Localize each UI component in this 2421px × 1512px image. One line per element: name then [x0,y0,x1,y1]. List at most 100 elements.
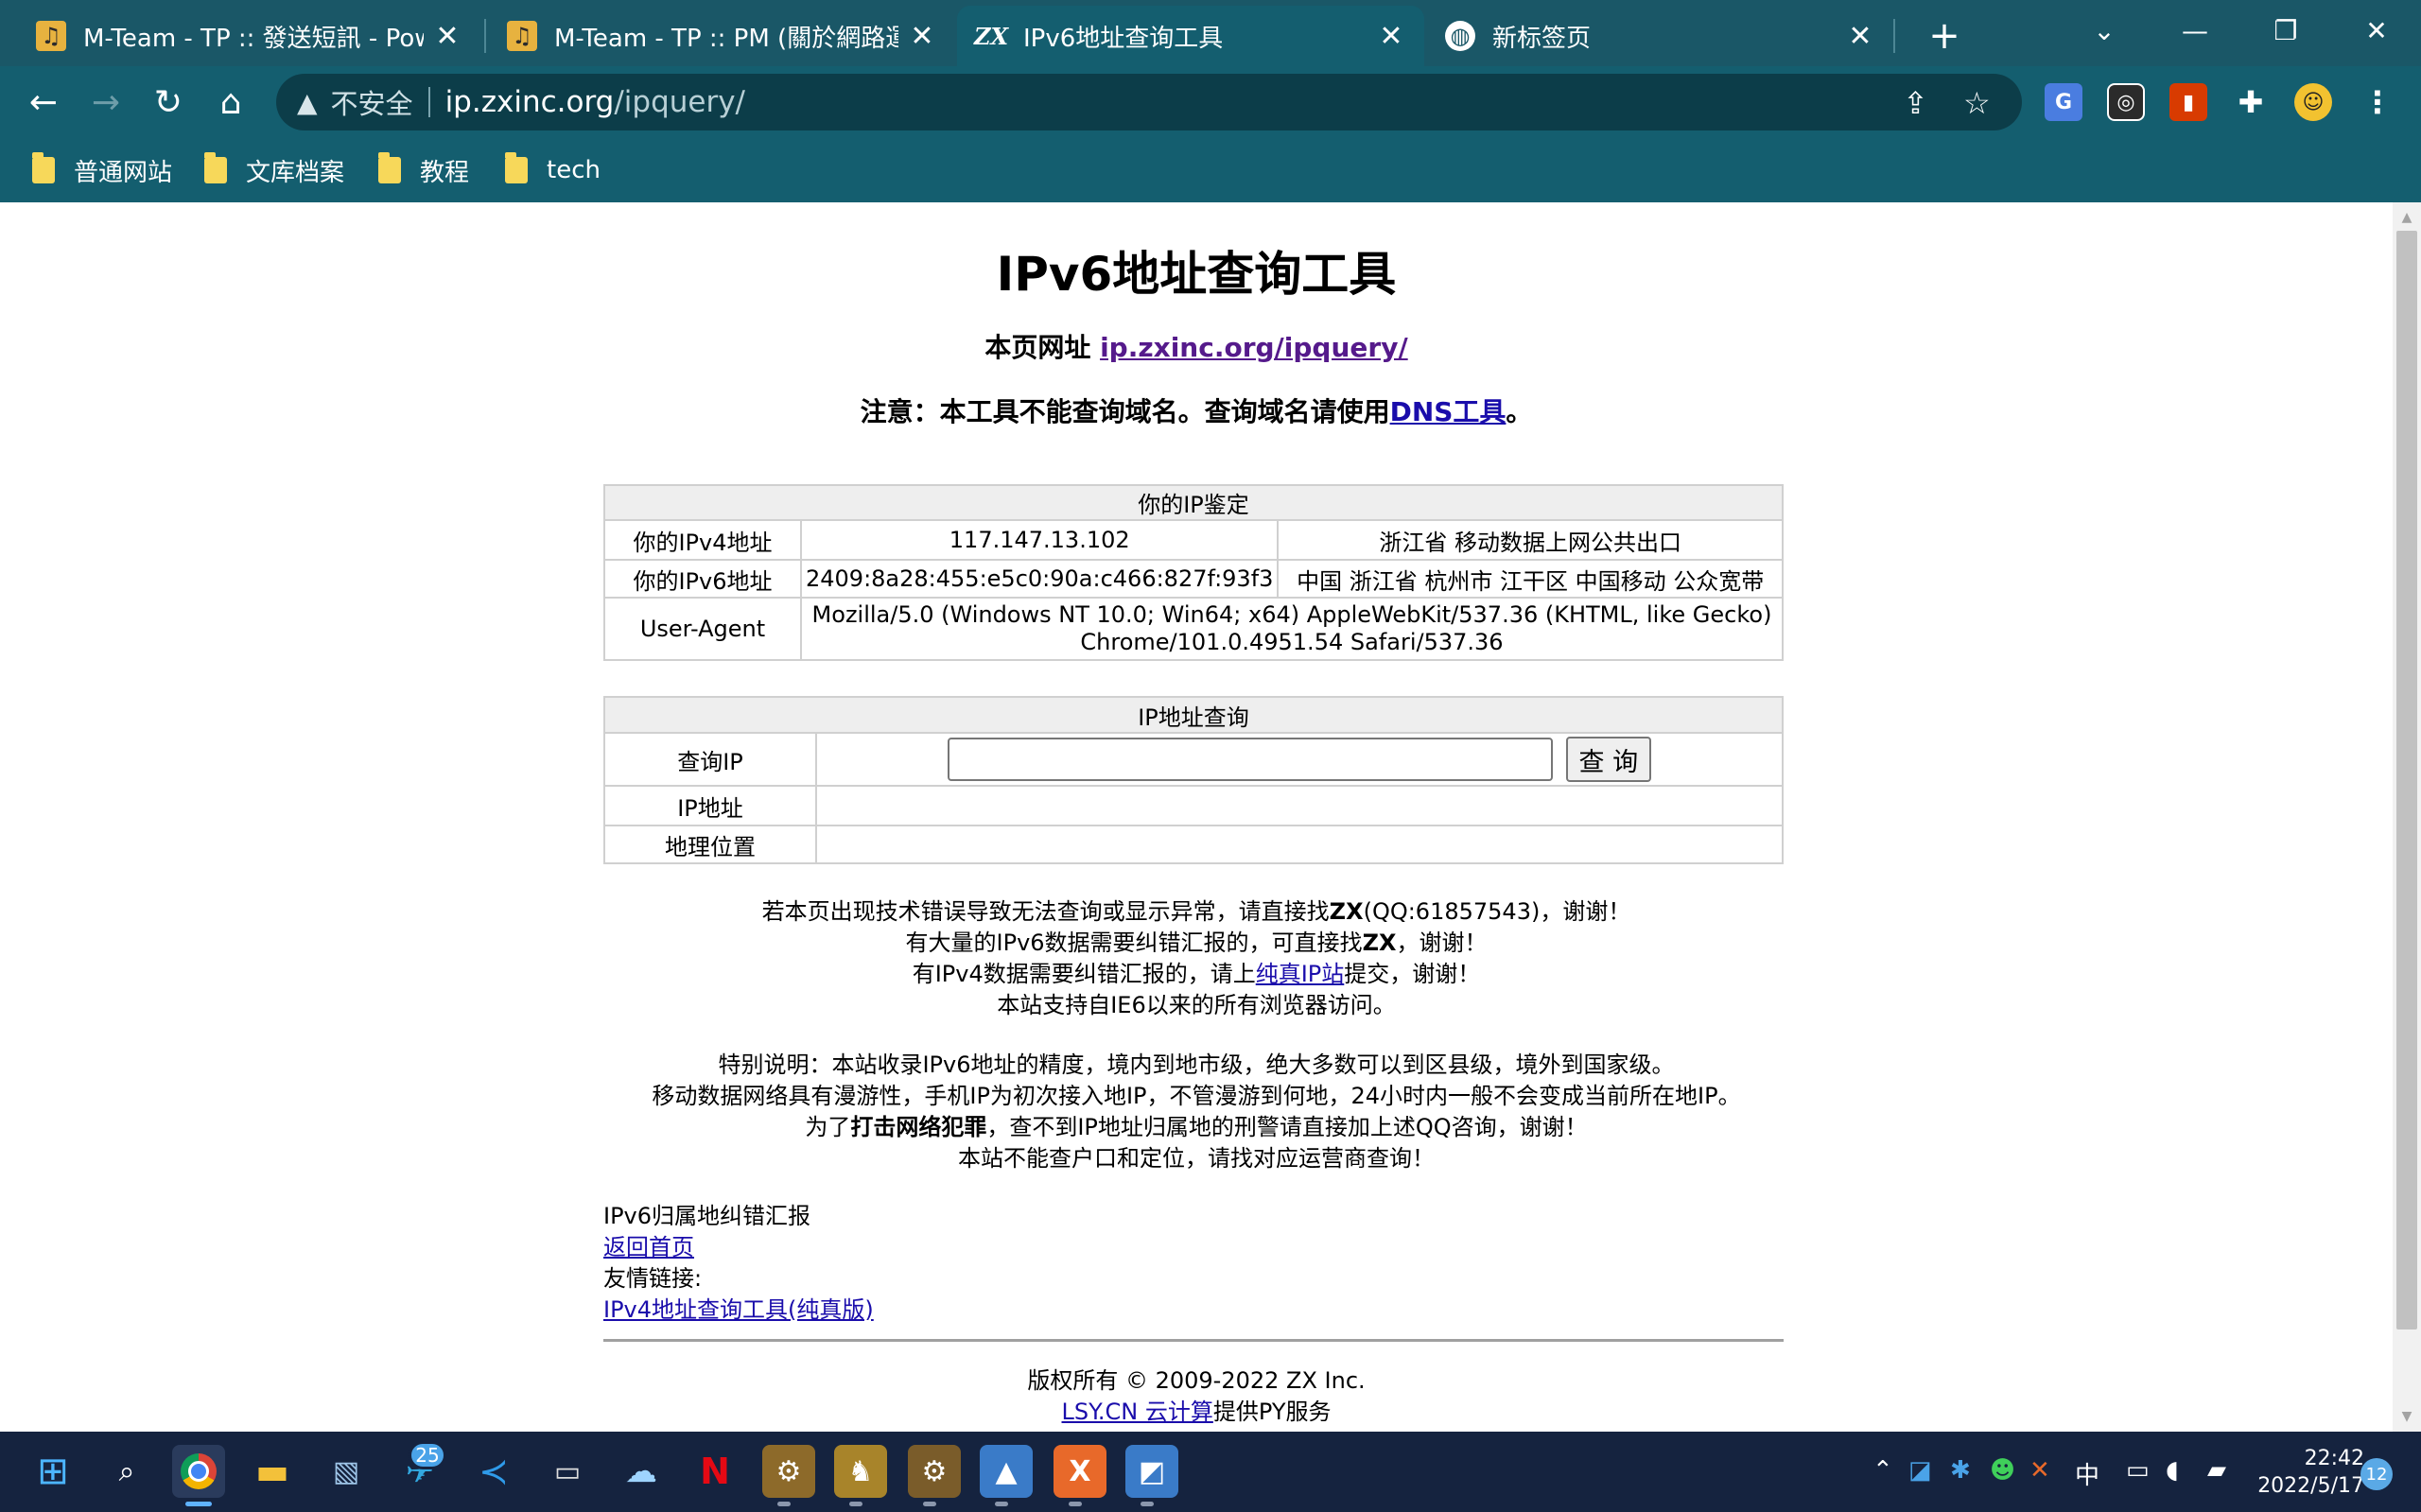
ip-identity-table: 你的IP鉴定 你的IPv4地址 117.147.13.102 浙江省 移动数据上… [603,484,1784,661]
home-button[interactable]: ⌂ [208,79,253,125]
bookmark-folder-general[interactable]: 普通网站 [32,149,172,191]
page-url-link[interactable]: ip.zxinc.org/ipquery/ [1100,332,1408,363]
terminal-icon[interactable]: ▭ [541,1445,594,1498]
minimize-button[interactable]: — [2152,0,2238,61]
glasses-extension-icon[interactable]: ◎ [2107,83,2145,121]
hosting-link[interactable]: LSY.CN 云计算 [1062,1399,1213,1425]
remote-app-icon[interactable]: ◩ [1125,1445,1178,1498]
url-host[interactable]: ip.zxinc.org [445,85,615,119]
scrollbar-thumb[interactable] [2396,231,2417,1330]
tab-search-button[interactable]: ⌄ [2062,0,2147,61]
app-icon-1[interactable]: ⚙ [762,1445,815,1498]
close-window-button[interactable]: ✕ [2334,0,2419,61]
xmind-icon[interactable]: X [1054,1445,1106,1498]
photos-icon[interactable]: ▲ [980,1445,1033,1498]
tab-new-tab[interactable]: ◍ 新标签页 ✕ [1426,6,1893,66]
bookmarks-bar: 普通网站 文库档案 教程 tech [0,138,2421,202]
note-bold: 打击网络犯罪 [850,1114,987,1140]
forward-button[interactable]: → [83,79,129,125]
tab-title: IPv6地址查询工具 [1023,24,1224,53]
close-tab-icon[interactable]: ✕ [1377,20,1405,53]
note-line: 本站不能查户口和定位，请找对应运营商查询！ [958,1145,1435,1172]
footer-divider [603,1339,1784,1342]
menu-kebab-icon[interactable]: ⋮ [2359,83,2396,121]
ipv6-value: 2409:8a28:455:e5c0:90a:c466:827f:93f3 [799,559,1280,599]
report-text: IPv6归属地纠错汇报 [603,1203,811,1229]
special-notes: 特别说明：本站收录IPv6地址的精度，境内到地市级，绝大多数可以到区县级，境外到… [0,1050,2393,1174]
running-indicator [849,1502,862,1506]
tab-title: M-Team - TP :: 發送短訊 - Power [83,24,424,53]
copyright-text: 版权所有 © 2009-2022 ZX Inc. [1027,1367,1366,1394]
home-link[interactable]: 返回首页 [603,1234,694,1260]
volume-icon[interactable]: ◖ [2166,1456,2179,1485]
address-bar[interactable]: ▲ 不安全 ip.zxinc.org/ipquery/ ⇪ ☆ [276,74,2022,130]
dns-tool-link[interactable]: DNS工具 [1390,396,1507,427]
reload-icon: ↻ [153,82,183,122]
bookmark-folder-archive[interactable]: 文库档案 [204,149,344,191]
task-manager-icon[interactable]: ▧ [320,1445,373,1498]
close-tab-icon[interactable]: ✕ [1846,20,1874,53]
note-text: 若本页出现技术错误导致无法查询或显示异常，请直接找 [761,898,1330,925]
clock-time: 22:42 [2304,1447,2364,1470]
tab-mteam-pm[interactable]: ♫ M-Team - TP :: PM (關於網路運 ✕ [488,6,955,66]
bookmark-folder-tutorials[interactable]: 教程 [378,149,469,191]
app-icon-3[interactable]: ⚙ [908,1445,961,1498]
page-url-label: 本页网址 [984,332,1101,363]
vscode-icon[interactable]: ≺ [467,1445,520,1498]
reload-button[interactable]: ↻ [146,79,191,125]
network-icon[interactable]: ▭ [2126,1456,2150,1485]
page-scrollbar[interactable]: ▲ ▼ [2393,202,2421,1432]
windows-start-icon[interactable]: ⊞ [26,1445,79,1498]
cloud-app-icon[interactable]: ☁ [615,1445,668,1498]
restore-button[interactable]: ❐ [2243,0,2328,61]
app-icon-2[interactable]: ♞ [834,1445,887,1498]
note-text: 有大量的IPv6数据需要纠错汇报的，可直接找 [905,930,1363,956]
profile-avatar[interactable]: ☺ [2294,83,2332,121]
hosting-suffix: 提供PY服务 [1212,1399,1332,1425]
close-tab-icon[interactable]: ✕ [908,20,936,53]
security-label[interactable]: 不安全 [331,82,413,122]
tab-separator [1893,19,1895,53]
clock[interactable]: 22:42 2022/5/17 [2251,1445,2364,1500]
tab-separator [484,19,486,53]
back-button[interactable]: ← [21,79,66,125]
note-text: 有IPv4数据需要纠错汇报的，请上 [912,961,1256,987]
url-path[interactable]: /ipquery/ [614,85,745,119]
new-tab-button[interactable]: + [1920,11,1969,61]
scroll-down-icon[interactable]: ▼ [2393,1405,2421,1428]
close-tab-icon[interactable]: ✕ [433,20,462,53]
folder-icon [32,152,55,183]
bookmark-label: 普通网站 [74,158,173,187]
netflix-icon[interactable]: N [688,1445,741,1498]
chrome-icon[interactable] [172,1445,225,1498]
battery-icon[interactable]: ▰ [2207,1456,2226,1485]
tray-bluetooth-icon[interactable]: ✱ [1950,1456,1971,1485]
bookmark-star-icon[interactable]: ☆ [1963,85,1991,121]
share-icon[interactable]: ⇪ [1903,85,1928,121]
translate-extension-icon[interactable]: G [2045,83,2082,121]
search-icon[interactable]: ⌕ [100,1445,153,1498]
tab-mteam-message[interactable]: ♫ M-Team - TP :: 發送短訊 - Power ✕ [17,6,480,66]
warning-icon[interactable]: ▲ [297,87,318,118]
tray-wechat-icon[interactable]: ☻ [1990,1456,2015,1485]
scroll-up-icon[interactable]: ▲ [2393,206,2421,229]
hosting-line: LSY.CN 云计算提供PY服务 [0,1397,2393,1428]
cz88-link[interactable]: 纯真IP站 [1256,961,1345,987]
bookmark-folder-tech[interactable]: tech [505,149,601,191]
file-explorer-icon[interactable]: ▬ [246,1445,299,1498]
tray-overflow-icon[interactable]: ⌃ [1872,1456,1893,1485]
chevron-down-icon: ⌄ [2093,14,2116,46]
tray-xmind-icon[interactable]: ✕ [2029,1456,2050,1485]
office-extension-icon[interactable]: ▮ [2169,83,2207,121]
chrome-active-indicator [185,1502,212,1506]
query-ip-input[interactable] [947,738,1553,781]
extensions-puzzle-icon[interactable]: ✚ [2232,83,2270,121]
tab-ipv6-query[interactable]: ZX IPv6地址查询工具 ✕ [957,6,1424,66]
tray-app-icon[interactable]: ◪ [1908,1456,1932,1485]
notification-badge[interactable]: 12 [2360,1458,2393,1490]
ime-indicator[interactable]: 中 [2075,1456,2099,1491]
bookmark-label: tech [547,156,601,184]
note-line: 本站支持自IE6以来的所有浏览器访问。 [997,992,1396,1018]
ipv4-tool-link[interactable]: IPv4地址查询工具(纯真版) [603,1296,874,1323]
query-button[interactable]: 查 询 [1565,737,1652,782]
